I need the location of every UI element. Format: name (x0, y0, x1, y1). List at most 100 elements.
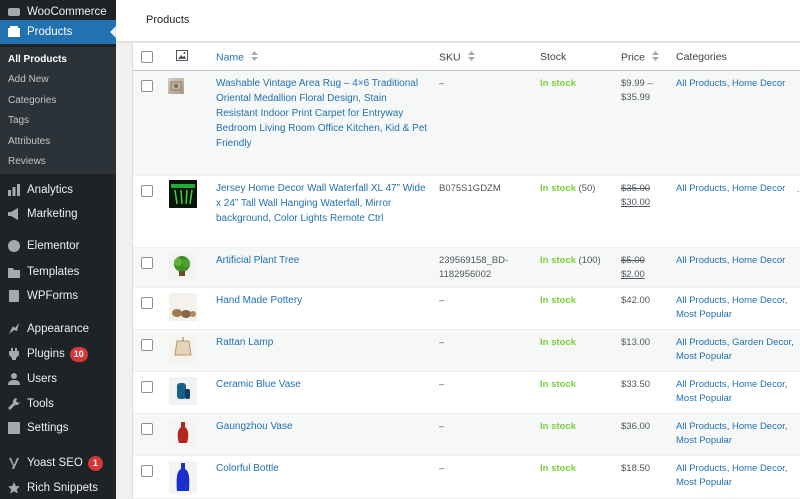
menu-analytics[interactable]: Analytics (0, 178, 116, 202)
menu-elementor[interactable]: Elementor (0, 234, 116, 258)
menu-label: Analytics (27, 184, 74, 196)
category-link[interactable]: All Products (676, 295, 727, 306)
category-link[interactable]: All Products (676, 183, 727, 194)
menu-yoast-seo[interactable]: Yoast SEO 1 (0, 451, 116, 475)
column-name[interactable]: Name (216, 51, 258, 64)
product-sku: B075S1GDZM (439, 183, 501, 194)
category-link[interactable]: Home Decor (732, 463, 785, 474)
table-row: Jersey Home Decor Wall Waterfall XL 47” … (133, 176, 800, 248)
product-price: $35.00 $30.00 (621, 183, 651, 208)
product-thumbnail-blue-vase[interactable] (169, 377, 197, 405)
column-price[interactable]: Price (621, 51, 659, 64)
category-link[interactable]: Home Decor (732, 183, 785, 194)
menu-templates[interactable]: Templates (0, 260, 116, 284)
row-checkbox[interactable] (141, 80, 153, 92)
menu-settings[interactable]: Settings (0, 416, 116, 440)
menu-label: Appearance (27, 323, 90, 335)
product-name-link[interactable]: Jersey Home Decor Wall Waterfall XL 47” … (216, 181, 428, 226)
table-row: Washable Vintage Area Rug – 4×6 Traditio… (133, 71, 800, 176)
category-link[interactable]: Home Decor (732, 255, 785, 266)
product-thumbnail-lamp[interactable] (169, 335, 197, 363)
menu-rich-snippets[interactable]: Rich Snippets (0, 476, 116, 499)
submenu-tags[interactable]: Tags (8, 115, 29, 126)
users-icon (7, 372, 21, 386)
elementor-icon (7, 239, 21, 253)
row-checkbox[interactable] (141, 339, 153, 351)
category-link[interactable]: Home Decor (732, 78, 785, 89)
table-row: Colorful Bottle – In stock $18.50 All Pr… (133, 456, 800, 499)
column-sku[interactable]: SKU (439, 51, 475, 64)
row-checkbox[interactable] (141, 465, 153, 477)
product-name-link[interactable]: Hand Made Pottery (216, 293, 428, 308)
menu-marketing[interactable]: Marketing (0, 202, 116, 226)
category-link[interactable]: Home Decor (732, 295, 785, 306)
menu-products[interactable]: Products (0, 20, 116, 44)
product-name-link[interactable]: Washable Vintage Area Rug – 4×6 Traditio… (216, 76, 428, 151)
category-link[interactable]: Most Popular (676, 477, 732, 488)
product-categories: All Products, Home Decor (676, 183, 786, 194)
select-all-checkbox[interactable] (141, 51, 153, 63)
menu-tools[interactable]: Tools (0, 392, 116, 416)
settings-icon (7, 421, 21, 435)
category-link[interactable]: Home Decor (732, 379, 785, 390)
product-sku: – (439, 337, 445, 348)
category-link[interactable]: All Products (676, 463, 727, 474)
row-checkbox[interactable] (141, 297, 153, 309)
menu-label: Plugins (27, 348, 65, 360)
submenu-categories[interactable]: Categories (8, 95, 56, 106)
image-column-icon (176, 50, 188, 64)
product-sku: – (439, 295, 445, 306)
submenu-reviews[interactable]: Reviews (8, 156, 46, 167)
category-link[interactable]: Garden Decor (732, 337, 791, 348)
product-name-link[interactable]: Rattan Lamp (216, 335, 428, 350)
row-checkbox[interactable] (141, 257, 153, 269)
category-link[interactable]: Most Popular (676, 309, 732, 320)
menu-plugins[interactable]: Plugins 10 (0, 342, 116, 366)
product-thumbnail-pottery[interactable] (169, 293, 197, 321)
category-link[interactable]: Most Popular (676, 351, 732, 362)
product-name-link[interactable]: Gaungzhou Vase (216, 419, 428, 434)
column-stock: Stock (540, 51, 567, 63)
category-link[interactable]: All Products (676, 421, 727, 432)
analytics-icon (7, 183, 21, 197)
menu-label: Templates (27, 266, 80, 278)
row-checkbox[interactable] (141, 423, 153, 435)
row-checkbox[interactable] (141, 185, 153, 197)
product-price: $33.50 (621, 379, 651, 390)
category-link[interactable]: All Products (676, 337, 727, 348)
product-thumbnail-rug[interactable] (168, 78, 184, 94)
product-categories: All Products, Home Decor, Most Popular (676, 295, 788, 320)
category-link[interactable]: All Products (676, 78, 727, 89)
category-link[interactable]: Most Popular (676, 435, 732, 446)
sort-icon (467, 51, 475, 64)
product-name-link[interactable]: Colorful Bottle (216, 461, 428, 476)
yoast-icon (7, 456, 21, 470)
menu-appearance[interactable]: Appearance (0, 317, 116, 341)
menu-label: Elementor (27, 240, 80, 252)
product-name-link[interactable]: Artificial Plant Tree (216, 253, 428, 268)
products-submenu: All Products Add New Categories Tags Att… (0, 47, 116, 174)
menu-users[interactable]: Users (0, 367, 116, 391)
menu-wpforms[interactable]: WPForms (0, 284, 116, 308)
submenu-attributes[interactable]: Attributes (8, 136, 50, 147)
stock-status: In stock (50) (540, 183, 596, 194)
row-overflow-marker: . (797, 184, 800, 194)
products-icon (7, 25, 21, 39)
category-link[interactable]: All Products (676, 379, 727, 390)
product-categories: All Products, Home Decor, Most Popular (676, 421, 788, 446)
menu-label: Marketing (27, 208, 78, 220)
product-name-link[interactable]: Ceramic Blue Vase (216, 377, 428, 392)
submenu-add-new[interactable]: Add New (8, 74, 49, 85)
table-row: Artificial Plant Tree 239569158_BD-11829… (133, 248, 800, 288)
row-checkbox[interactable] (141, 381, 153, 393)
category-link[interactable]: Most Popular (676, 393, 732, 404)
menu-label: WPForms (27, 290, 79, 302)
category-link[interactable]: All Products (676, 255, 727, 266)
product-thumbnail-waterfall[interactable] (169, 180, 197, 208)
product-price: $18.50 (621, 463, 651, 474)
product-thumbnail-plant[interactable] (169, 253, 195, 279)
category-link[interactable]: Home Decor (732, 421, 785, 432)
product-thumbnail-bottle[interactable] (169, 461, 197, 493)
product-thumbnail-red-vase[interactable] (169, 419, 197, 447)
submenu-all-products[interactable]: All Products (8, 54, 67, 65)
